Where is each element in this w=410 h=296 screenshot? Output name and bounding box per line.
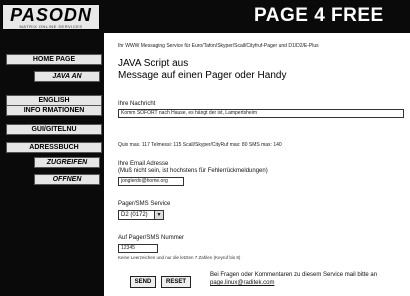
nav-zugreifen[interactable]: ZUGREIFEN [34, 157, 100, 168]
nav-offnen[interactable]: OFFNEN [34, 174, 100, 185]
number-field[interactable]: 12345 [118, 244, 158, 253]
nav-java-an[interactable]: JAVA AN [34, 71, 100, 82]
page-title: PAGE 4 FREE [254, 5, 384, 26]
nav-informationen[interactable]: INFO RMATIONEN [6, 105, 102, 116]
site-logo[interactable]: PASODN MATRIX ONLINE SERVICES [2, 4, 100, 30]
message-label: Ihre Nachricht [118, 101, 156, 107]
logo-text: PASODN [10, 5, 92, 25]
header-bar: PAGE 4 FREE [104, 0, 410, 33]
heading-line1: JAVA Script aus [118, 58, 189, 69]
logo-subtext: MATRIX ONLINE SERVICES [19, 24, 83, 29]
email-field[interactable]: jonglerdo@home.org [118, 177, 184, 186]
char-limits: Quix max. 117 Telmessi: 115 Scall/Skyper… [118, 142, 282, 148]
email-sublabel: (Muß nicht sein, ist hochstens für Fehle… [118, 168, 268, 174]
nav-home-page[interactable]: HOME PAGE [6, 54, 102, 65]
service-selected: D2 (0172) [121, 212, 148, 218]
reset-button[interactable]: RESET [161, 276, 191, 288]
service-label: Pager/SMS Service [118, 201, 171, 207]
number-label: Auf Pager/SMS Nummer [118, 235, 185, 241]
help-email-link[interactable]: page.linux@raditek.com [210, 280, 274, 286]
help-message: Bei Fragen oder Kommentaren zu diesem Se… [210, 272, 378, 278]
message-field[interactable]: Komm SOFORT nach Hause, es hängt der ist… [118, 109, 404, 118]
sidebar: PASODN MATRIX ONLINE SERVICES HOME PAGE … [0, 0, 104, 296]
nav-guigitelnu[interactable]: GUI/GITELNU [6, 124, 102, 135]
service-select[interactable]: D2 (0172) ▼ [118, 210, 164, 220]
help-text: Bei Fragen oder Kommentaren zu diesem Se… [210, 271, 406, 287]
chevron-down-icon[interactable]: ▼ [154, 211, 163, 219]
send-button[interactable]: SEND [130, 276, 156, 288]
heading-line2: Message auf einen Pager oder Handy [118, 70, 287, 81]
number-hint: Keine Leerzeichen und nur die letzten 7 … [118, 255, 241, 260]
nav-adressbuch[interactable]: ADRESSBUCH [6, 142, 102, 153]
tagline: Ihr WWW Messaging Service für Euro/Tafon… [118, 43, 319, 49]
